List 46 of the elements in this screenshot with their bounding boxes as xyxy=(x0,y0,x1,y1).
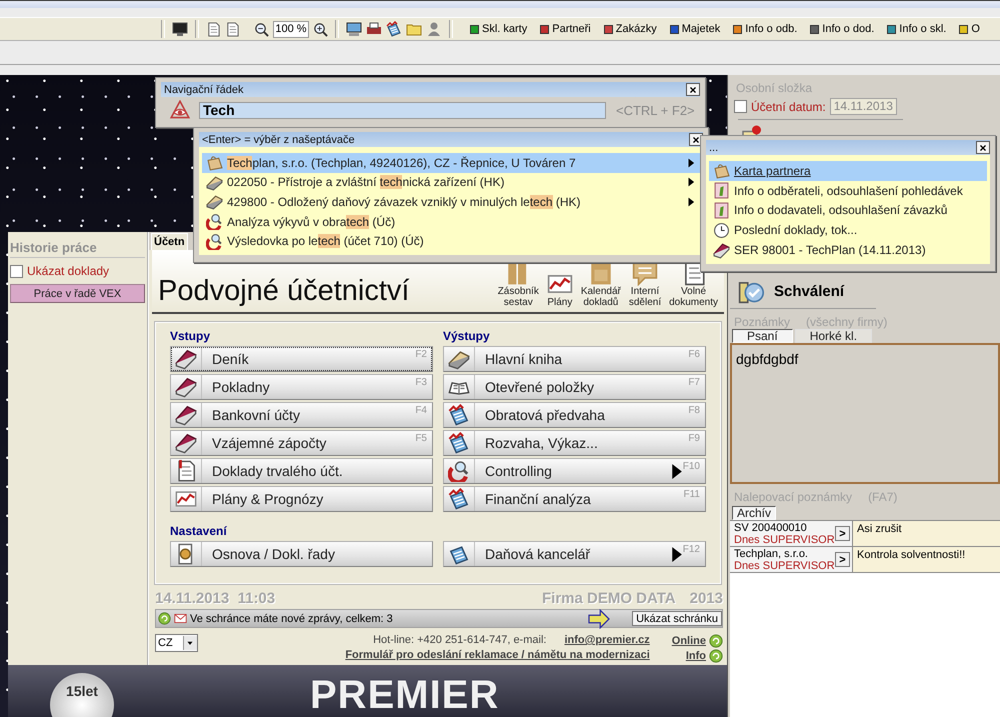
menu-item-label: Karta partnera xyxy=(734,164,811,178)
popup-title: <Enter> = výběr z našeptávače xyxy=(202,134,355,146)
suggestion-text: Techplan, s.r.o. (Techplan, 49240126), CZ - Řepnice, U Továren 7 xyxy=(227,156,576,170)
shortcut-label: <CTRL + F2> xyxy=(616,102,695,118)
note-subject: Techplan, s.r.o. xyxy=(734,548,809,560)
checkbox-label: Ukázat doklady xyxy=(27,264,110,278)
shortcut-label: F2 xyxy=(415,349,427,360)
hotline-text: Hot-line: +420 251-614-747, e-mail: xyxy=(373,634,546,648)
module-title: Podvojné účetnictví xyxy=(158,274,410,308)
menu-item-label: SER 98001 - TechPlan (14.11.2013) xyxy=(734,243,926,258)
note-author: Dnes SUPERVISOR xyxy=(734,534,835,546)
note-text: Asi zrušit xyxy=(853,521,1000,546)
shortcut-label: F11 xyxy=(684,489,700,500)
brand-logo: PREMIER xyxy=(310,675,500,715)
shortcut-label: F7 xyxy=(688,377,700,388)
shortcut-label: F6 xyxy=(688,349,700,360)
menu-item-label: Info o dodavateli, odsouhlašení závazků xyxy=(734,203,948,218)
shortcut-label: F3 xyxy=(415,377,427,388)
section-heading: Výstupy xyxy=(443,329,491,344)
shortcut-label: F12 xyxy=(682,544,700,555)
checkbox-label: Účetní datum: xyxy=(751,100,826,114)
shortcut-label: F8 xyxy=(688,405,700,416)
company-name: Firma DEMO DATA xyxy=(542,590,676,607)
note-author: Dnes SUPERVISOR xyxy=(734,560,835,572)
shortcut-label: F10 xyxy=(682,461,700,472)
section-title: Schválení xyxy=(774,282,844,300)
shortcut-label: F9 xyxy=(688,433,700,444)
suggestion-text: Analýza výkyvů v obratech (Úč) xyxy=(227,214,396,229)
date-time: 14.11.2013 11:03 xyxy=(155,590,276,607)
menu-item-label: Info o odběrateli, odsouhlašení pohledávek xyxy=(734,184,963,198)
message-text: Ve schránce máte nové zprávy, celkem: 3 xyxy=(190,612,393,624)
anniversary-badge: 15let xyxy=(50,673,114,717)
popup-title: Navigační řádek xyxy=(164,84,244,96)
section-heading: Nastavení xyxy=(170,524,228,539)
shortcut-label: F5 xyxy=(415,433,427,444)
popup-title: ... xyxy=(709,142,718,154)
panel-title: Historie práce xyxy=(10,240,145,258)
note-subject: SV 200400010 xyxy=(734,522,808,534)
suggestion-text: Výsledovka po letech (účet 710) (Úč) xyxy=(227,234,424,248)
note-text: Kontrola solventnosti!! xyxy=(853,547,1000,572)
suggestion-text: 429800 - Odložený daňový závazek vzniklý v minulých letech (HK) xyxy=(227,194,581,209)
section-heading: Vstupy xyxy=(170,329,212,344)
year-label: 2013 xyxy=(690,590,723,607)
suggestion-text: 022050 - Přístroje a zvláštní technická zařízení (HK) xyxy=(227,175,504,190)
menu-item-label: Poslední doklady, tok... xyxy=(734,223,858,238)
shortcut-label: F4 xyxy=(415,405,427,416)
